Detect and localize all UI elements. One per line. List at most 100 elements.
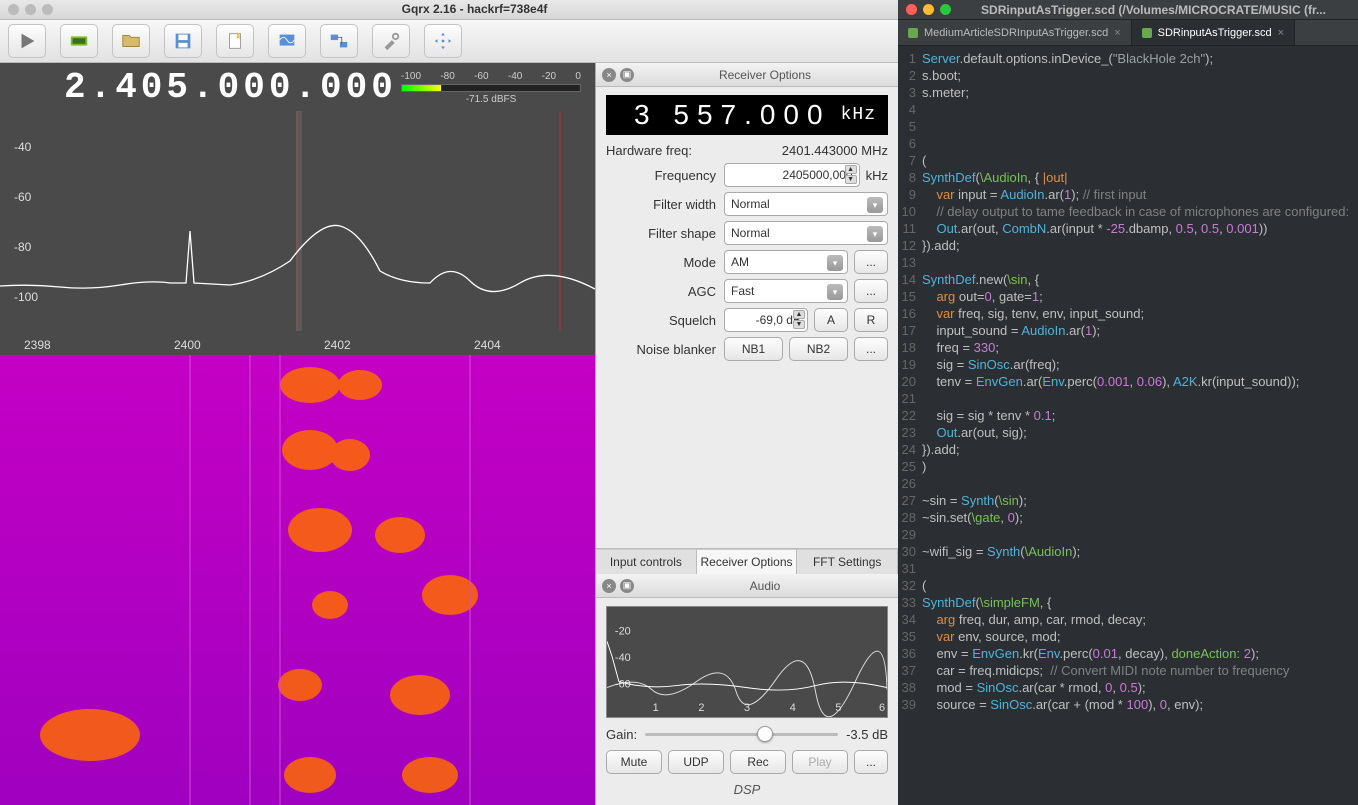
close-icon[interactable]: × [1114,27,1120,39]
code-line[interactable]: 26 [898,475,1358,492]
close-icon[interactable]: × [602,68,616,82]
pan-button[interactable] [424,24,462,58]
code-line[interactable]: 37 car = freq.midicps; // Convert MIDI n… [898,662,1358,679]
agc-more-button[interactable]: ... [854,279,888,303]
traffic-max-icon[interactable] [42,4,53,15]
code-line[interactable]: 16 var freq, sig, tenv, env, input_sound… [898,305,1358,322]
tab-input-controls[interactable]: Input controls [596,549,697,574]
code-line[interactable]: 20 tenv = EnvGen.ar(Env.perc(0.001, 0.06… [898,373,1358,390]
udp-button[interactable]: UDP [668,750,724,774]
spectrum-plot[interactable]: -40 -60 -80 -100 2398 2400 2402 2404 [0,111,595,355]
svg-text:-60: -60 [14,190,32,204]
sc-titlebar: SDRinputAsTrigger.scd (/Volumes/MICROCRA… [898,0,1358,20]
traffic-min-icon[interactable] [923,4,934,15]
audio-more-button[interactable]: ... [854,750,888,774]
nb2-button[interactable]: NB2 [789,337,848,361]
code-line[interactable]: 36 env = EnvGen.kr(Env.perc(0.01, decay)… [898,645,1358,662]
code-line[interactable]: 38 mod = SinOsc.ar(car * rmod, 0, 0.5); [898,679,1358,696]
gqrx-main: 2.405.000.000 -100 -80 -60 -40 -20 0 -71… [0,63,898,805]
filter-shape-select[interactable]: Normal▾ [724,221,888,245]
code-line[interactable]: 14SynthDef.new(\sin, { [898,271,1358,288]
traffic-close-icon[interactable] [8,4,19,15]
tab-receiver-options[interactable]: Receiver Options [697,549,798,574]
svg-text:1: 1 [653,702,659,714]
svg-text:2400: 2400 [174,338,201,352]
code-line[interactable]: 32( [898,577,1358,594]
io-button[interactable] [320,24,358,58]
waterfall-plot[interactable] [0,355,595,805]
sc-tab-1[interactable]: SDRinputAsTrigger.scd× [1132,20,1295,45]
mode-select[interactable]: AM▾ [724,250,848,274]
code-line[interactable]: 6 [898,135,1358,152]
gqrx-right-pane: × ▣ Receiver Options 3 557.000 kHz Hardw… [595,63,898,805]
filter-width-select[interactable]: Normal▾ [724,192,888,216]
code-line[interactable]: 19 sig = SinOsc.ar(freq); [898,356,1358,373]
code-line[interactable]: 5 [898,118,1358,135]
code-line[interactable]: 4 [898,101,1358,118]
frequency-input[interactable]: 2405000,000▲▼ [724,163,860,187]
play-audio-button: Play [792,750,848,774]
nb1-button[interactable]: NB1 [724,337,783,361]
code-line[interactable]: 9 var input = AudioIn.ar(1); // first in… [898,186,1358,203]
file-icon [908,28,918,38]
code-line[interactable]: 10 // delay output to tame feedback in c… [898,203,1358,220]
float-icon[interactable]: ▣ [620,579,634,593]
squelch-auto-button[interactable]: A [814,308,848,332]
save-button[interactable] [164,24,202,58]
code-line[interactable]: 1Server.default.options.inDevice_("Black… [898,50,1358,67]
traffic-close-icon[interactable] [906,4,917,15]
code-line[interactable]: 34 arg freq, dur, amp, car, rmod, decay; [898,611,1358,628]
squelch-input[interactable]: -69,0 dB▲▼ [724,308,808,332]
code-line[interactable]: 12}).add; [898,237,1358,254]
offset-display[interactable]: 3 557.000 kHz [606,95,888,135]
traffic-max-icon[interactable] [940,4,951,15]
traffic-min-icon[interactable] [25,4,36,15]
code-line[interactable]: 7( [898,152,1358,169]
open-button[interactable] [112,24,150,58]
code-line[interactable]: 24}).add; [898,441,1358,458]
code-line[interactable]: 28~sin.set(\gate, 0); [898,509,1358,526]
code-line[interactable]: 8SynthDef(\AudioIn, { |out| [898,169,1358,186]
rec-button[interactable]: Rec [730,750,786,774]
code-line[interactable]: 18 freq = 330; [898,339,1358,356]
bookmark-button[interactable] [216,24,254,58]
mute-button[interactable]: Mute [606,750,662,774]
code-line[interactable]: 2s.boot; [898,67,1358,84]
code-line[interactable]: 25) [898,458,1358,475]
code-line[interactable]: 15 arg out=0, gate=1; [898,288,1358,305]
code-line[interactable]: 31 [898,560,1358,577]
chevron-down-icon: ▾ [867,226,883,242]
tools-button[interactable] [372,24,410,58]
code-line[interactable]: 33SynthDef(\simpleFM, { [898,594,1358,611]
audio-plot[interactable]: -20 -40 -60 1 2 3 4 5 6 [606,606,888,718]
mode-more-button[interactable]: ... [854,250,888,274]
float-icon[interactable]: ▣ [620,68,634,82]
code-line[interactable]: 17 input_sound = AudioIn.ar(1); [898,322,1358,339]
agc-select[interactable]: Fast▾ [724,279,848,303]
svg-text:4: 4 [790,702,796,714]
close-icon[interactable]: × [1278,27,1284,39]
squelch-reset-button[interactable]: R [854,308,888,332]
svg-text:-80: -80 [14,240,32,254]
sc-tab-0[interactable]: MediumArticleSDRInputAsTrigger.scd× [898,20,1132,45]
code-line[interactable]: 27~sin = Synth(\sin); [898,492,1358,509]
gain-slider[interactable] [645,726,838,742]
code-line[interactable]: 13 [898,254,1358,271]
sc-editor[interactable]: 1Server.default.options.inDevice_("Black… [898,46,1358,805]
code-line[interactable]: 23 Out.ar(out, sig); [898,424,1358,441]
sc-tabbar: MediumArticleSDRInputAsTrigger.scd× SDRi… [898,20,1358,46]
code-line[interactable]: 29 [898,526,1358,543]
close-icon[interactable]: × [602,579,616,593]
code-line[interactable]: 35 var env, source, mod; [898,628,1358,645]
code-line[interactable]: 21 [898,390,1358,407]
code-line[interactable]: 39 source = SinOsc.ar(car + (mod * 100),… [898,696,1358,713]
scope-button[interactable] [268,24,306,58]
tab-fft-settings[interactable]: FFT Settings [797,549,898,574]
code-line[interactable]: 3s.meter; [898,84,1358,101]
code-line[interactable]: 22 sig = sig * tenv * 0.1; [898,407,1358,424]
play-button[interactable] [8,24,46,58]
code-line[interactable]: 11 Out.ar(out, CombN.ar(input * -25.dbam… [898,220,1358,237]
code-line[interactable]: 30~wifi_sig = Synth(\AudioIn); [898,543,1358,560]
nb-more-button[interactable]: ... [854,337,888,361]
device-button[interactable] [60,24,98,58]
